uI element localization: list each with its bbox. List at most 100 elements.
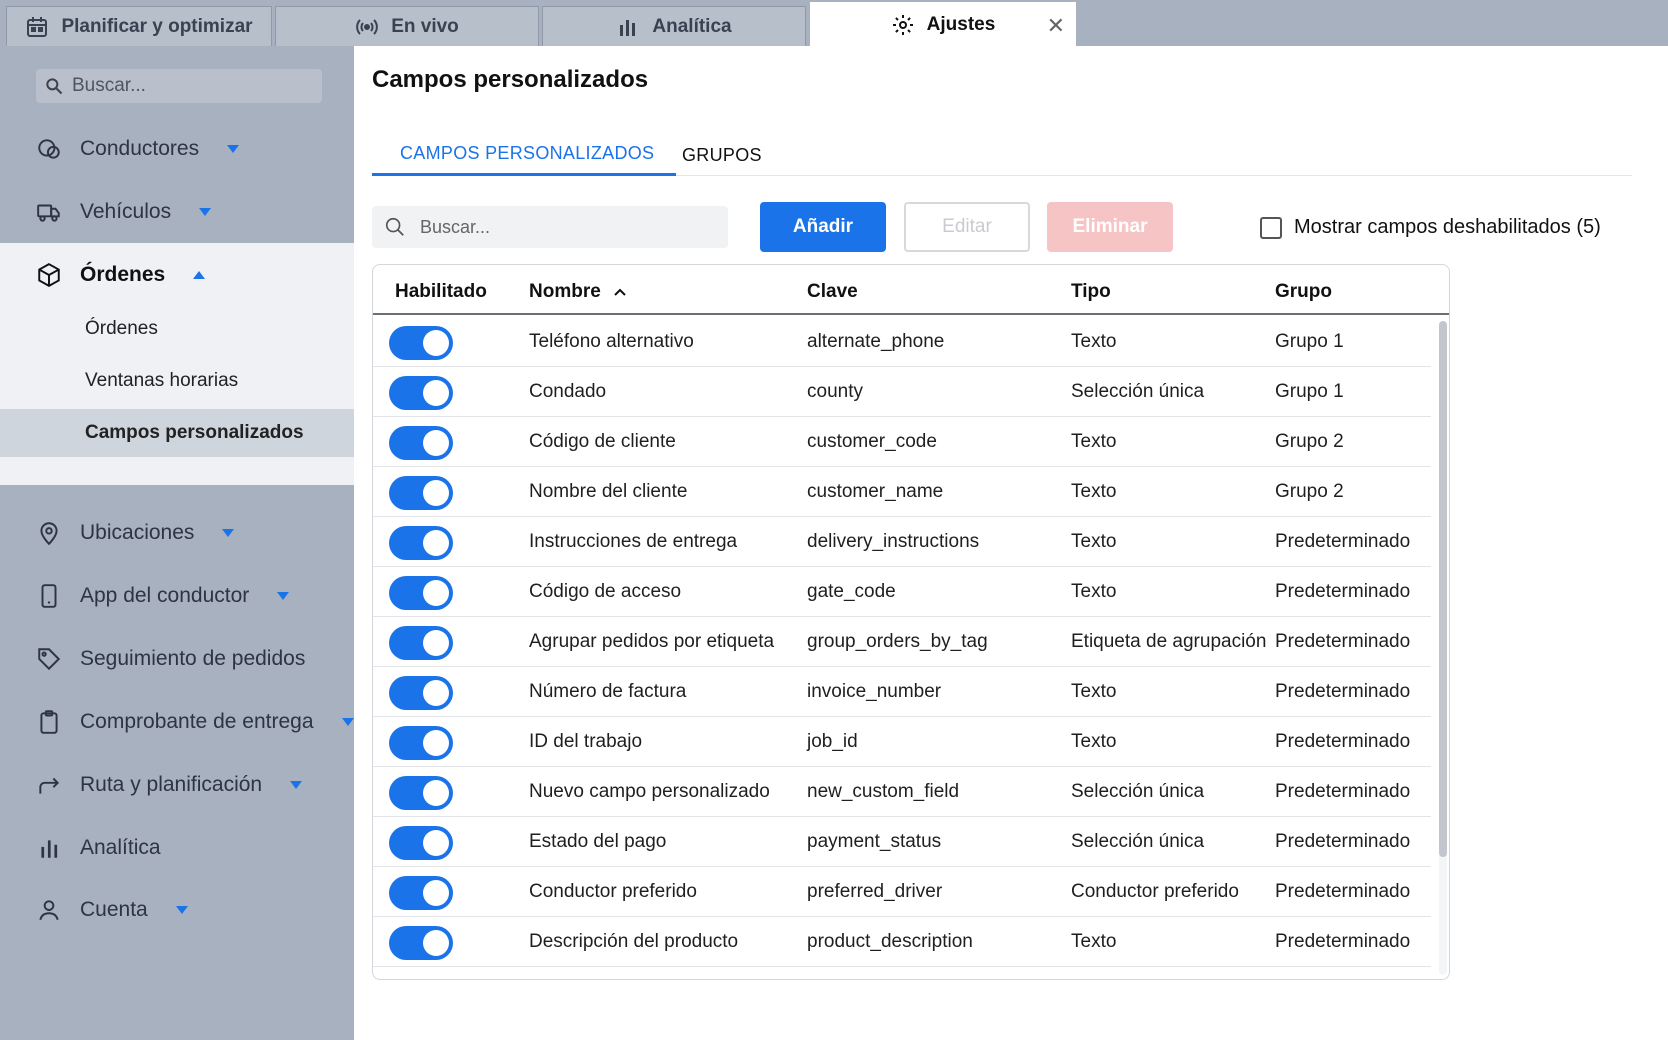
delete-button[interactable]: Eliminar [1047, 202, 1173, 252]
sidebar-item-vehiculos[interactable]: Vehículos [0, 190, 354, 234]
column-header-habilitado[interactable]: Habilitado [395, 281, 487, 303]
column-header-tipo[interactable]: Tipo [1071, 281, 1111, 303]
sidebar-subitem-ordenes[interactable]: Órdenes [0, 305, 354, 353]
checkbox-box[interactable] [1260, 216, 1282, 239]
cell-name: Teléfono alternativo [529, 331, 694, 352]
scrollbar-thumb[interactable] [1439, 321, 1447, 857]
toggle-knob [423, 680, 449, 706]
tab-ajustes[interactable]: Ajustes ✕ [810, 2, 1076, 46]
sidebar-search-input[interactable]: Buscar... [36, 69, 322, 103]
table-body: Teléfono alternativo alternate_phone Texto… [373, 317, 1431, 979]
truck-icon [37, 204, 60, 222]
cell-group: Predeterminado [1275, 681, 1411, 702]
table-scrollbar[interactable] [1439, 321, 1447, 975]
add-button[interactable]: Añadir [760, 202, 886, 252]
sidebar-search-placeholder: Buscar... [72, 75, 146, 96]
cell-type: Texto [1071, 431, 1117, 452]
toggle-knob [423, 630, 449, 656]
close-tab-icon[interactable]: ✕ [1047, 13, 1065, 39]
tab-analitica[interactable]: Analítica [542, 6, 806, 46]
box-icon [38, 263, 60, 287]
chevron-down-icon [290, 781, 303, 789]
chevron-down-icon [277, 592, 290, 600]
cell-name: ID del trabajo [529, 731, 643, 752]
enabled-toggle[interactable] [389, 376, 453, 410]
enabled-toggle[interactable] [389, 576, 453, 610]
edit-button[interactable]: Editar [904, 202, 1030, 252]
enabled-toggle[interactable] [389, 826, 453, 860]
table-row[interactable]: Nombre del cliente customer_name Texto Grup… [373, 467, 1431, 517]
table-row[interactable]: Código de cliente customer_code Texto Grupo… [373, 417, 1431, 467]
cell-key: gate_code [807, 581, 896, 602]
table-row[interactable]: ID del trabajo job_id Texto Predeterminado [373, 717, 1431, 767]
sidebar-item-label: Ruta y planificación [80, 773, 263, 796]
tab-label: Ajustes [926, 13, 996, 35]
header-label: Tipo [1071, 281, 1111, 302]
chevron-up-icon [193, 271, 206, 279]
cell-key: group_orders_by_tag [807, 631, 988, 652]
sidebar-item-comprobante[interactable]: Comprobante de entrega [0, 700, 354, 744]
sidebar-subitem-campos-personalizados[interactable]: Campos personalizados [0, 409, 354, 457]
enabled-toggle[interactable] [389, 926, 453, 960]
show-disabled-checkbox[interactable]: Mostrar campos deshabilitados (5) [1260, 216, 1601, 239]
toggle-knob [423, 380, 449, 406]
sidebar-item-conductores[interactable]: Conductores [0, 127, 354, 171]
cell-name: Nuevo campo personalizado [529, 781, 770, 802]
enabled-toggle[interactable] [389, 626, 453, 660]
table-row[interactable]: Estado del pago payment_status Selección ú… [373, 817, 1431, 867]
tab-grupos[interactable]: GRUPOS [682, 134, 762, 176]
sidebar-item-ubicaciones[interactable]: Ubicaciones [0, 511, 354, 555]
cell-key: payment_status [807, 831, 942, 852]
tab-campos-personalizados[interactable]: CAMPOS PERSONALIZADOS [372, 134, 677, 176]
table-row[interactable]: Descripción del producto product_descript… [373, 917, 1431, 967]
cell-group: Predeterminado [1275, 581, 1411, 602]
enabled-toggle[interactable] [389, 326, 453, 360]
cell-type: Selección única [1071, 381, 1205, 402]
table-row[interactable]: Condado county Selección única Grupo 1 [373, 367, 1431, 417]
sidebar-subitem-ventanas-horarias[interactable]: Ventanas horarias [0, 357, 354, 405]
column-header-nombre[interactable]: Nombre [529, 281, 627, 303]
search-icon [46, 78, 63, 95]
sidebar-item-ordenes[interactable]: Órdenes [0, 253, 354, 297]
enabled-toggle[interactable] [389, 676, 453, 710]
sidebar: Buscar... Conductores Vehículos Órdenes … [0, 46, 354, 1040]
sidebar-item-label: Cuenta [80, 898, 148, 921]
enabled-toggle[interactable] [389, 726, 453, 760]
toggle-knob [423, 530, 449, 556]
table-row[interactable]: Nuevo campo personalizado new_custom_fiel… [373, 767, 1431, 817]
sidebar-item-cuenta[interactable]: Cuenta [0, 888, 354, 932]
cell-key: job_id [807, 731, 858, 752]
enabled-toggle[interactable] [389, 776, 453, 810]
table-row[interactable]: Teléfono alternativo alternate_phone Texto… [373, 317, 1431, 367]
table-row[interactable]: Agrupar pedidos por etiqueta group_orders… [373, 617, 1431, 667]
chevron-down-icon [341, 718, 354, 726]
enabled-toggle[interactable] [389, 526, 453, 560]
search-input[interactable]: Buscar... [372, 206, 728, 248]
column-header-clave[interactable]: Clave [807, 281, 858, 303]
table-row[interactable]: Código de acceso gate_code Texto Predetermi… [373, 567, 1431, 617]
sidebar-item-seguimiento[interactable]: Seguimiento de pedidos [0, 637, 354, 681]
toggle-knob [423, 830, 449, 856]
sidebar-item-label: Seguimiento de pedidos [80, 647, 306, 670]
cell-key: county [807, 381, 863, 402]
enabled-toggle[interactable] [389, 476, 453, 510]
sort-ascending-icon [614, 288, 626, 296]
user-icon [39, 900, 59, 921]
cell-type: Texto [1071, 681, 1117, 702]
table-row[interactable]: Instrucciones de entrega delivery_instruc… [373, 517, 1431, 567]
tab-planificar[interactable]: Planificar y optimizar [6, 6, 272, 46]
cell-type: Texto [1071, 731, 1117, 752]
sidebar-item-ruta[interactable]: Ruta y planificación [0, 763, 354, 807]
column-header-grupo[interactable]: Grupo [1275, 281, 1332, 303]
enabled-toggle[interactable] [389, 876, 453, 910]
enabled-toggle[interactable] [389, 426, 453, 460]
cell-name: Descripción del producto [529, 931, 739, 952]
sidebar-item-analitica[interactable]: Analítica [0, 826, 354, 870]
table-row[interactable]: Número de factura invoice_number Texto Pred… [373, 667, 1431, 717]
chevron-down-icon [227, 145, 240, 153]
table-row[interactable]: Conductor preferido preferred_driver Condu… [373, 867, 1431, 917]
sidebar-item-app-conductor[interactable]: App del conductor [0, 574, 354, 618]
cell-name: Instrucciones de entrega [529, 531, 738, 552]
tab-en-vivo[interactable]: En vivo [275, 6, 539, 46]
tag-icon [38, 648, 61, 671]
